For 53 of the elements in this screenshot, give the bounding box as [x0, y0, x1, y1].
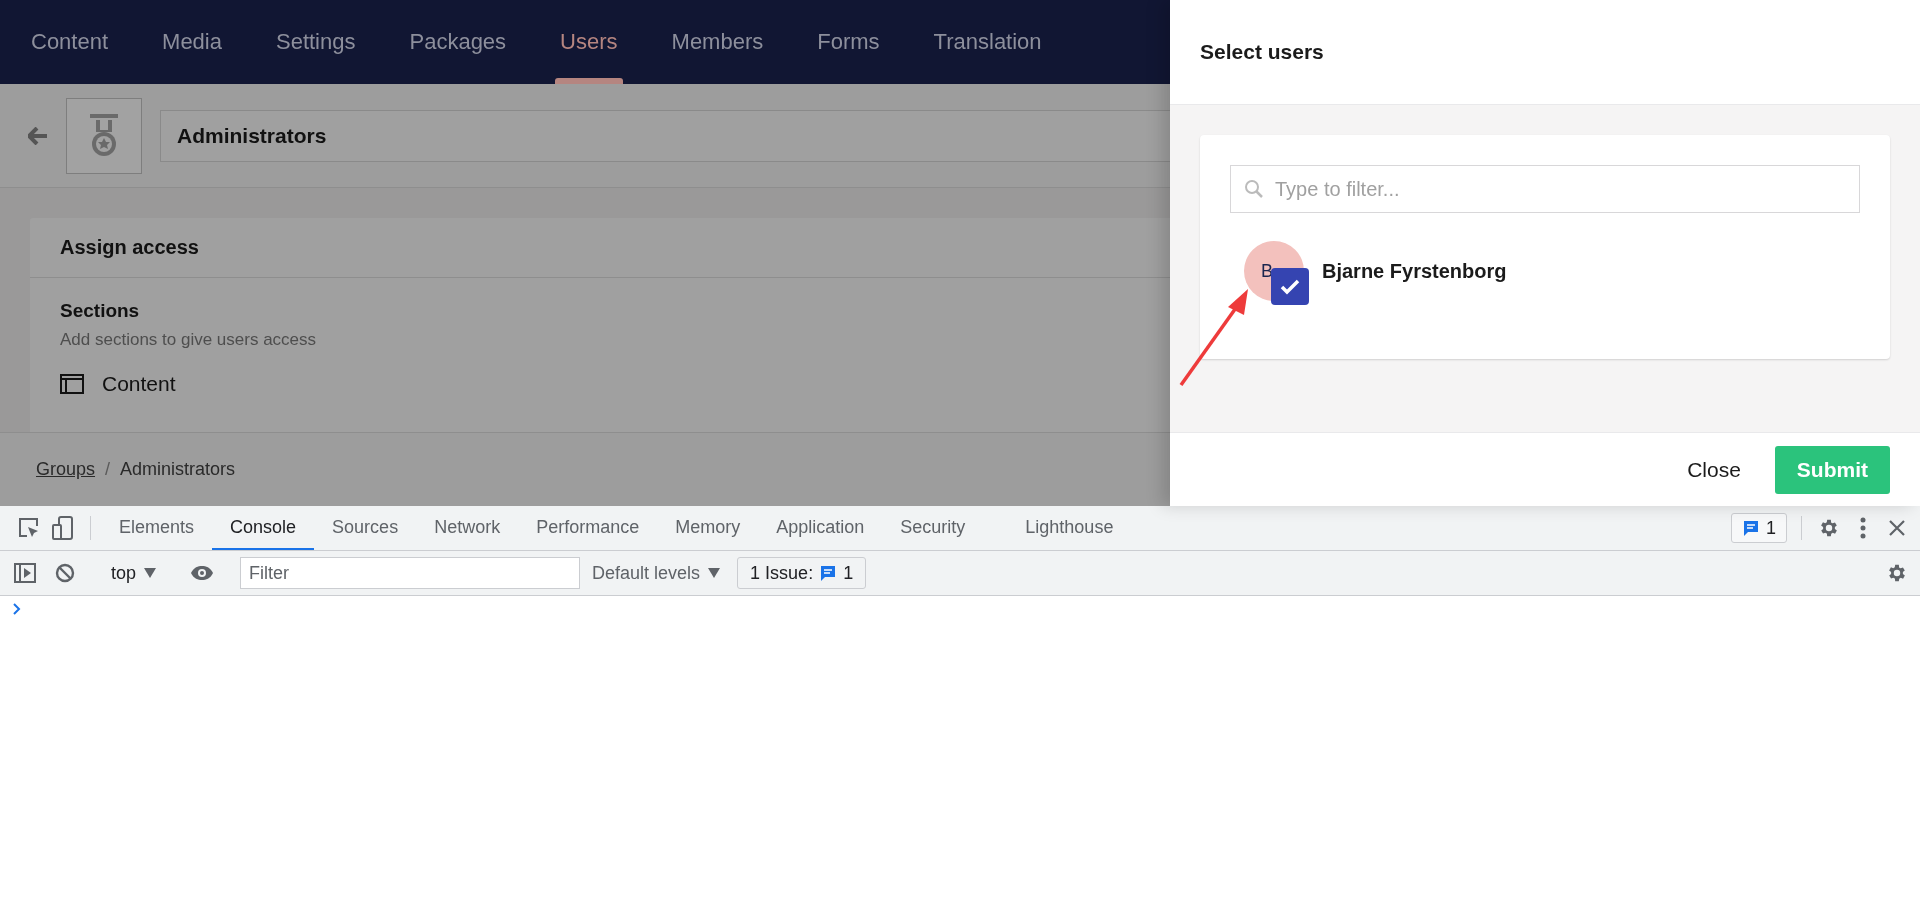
section-hint: Add sections to give users access [60, 330, 318, 350]
devtools-tab[interactable]: Network [416, 506, 519, 550]
section-label: Content [102, 372, 176, 396]
breadcrumb-current: Administrators [120, 459, 236, 480]
devtools-tab[interactable]: Application [758, 506, 883, 550]
breadcrumb-separator: / [105, 459, 111, 480]
devtools-tab[interactable]: Sources [314, 506, 417, 550]
caret-icon [708, 568, 721, 578]
issues-button[interactable]: 1 Issue: 1 [737, 557, 867, 589]
clear-icon[interactable] [55, 563, 75, 583]
close-icon[interactable] [1889, 520, 1905, 536]
settings-icon[interactable] [1886, 562, 1908, 584]
prompt-chevron-icon [12, 602, 22, 616]
back-arrow-icon[interactable] [28, 126, 48, 145]
filter-field[interactable]: Filter [240, 557, 581, 589]
close-button[interactable]: Close [1687, 449, 1741, 490]
nav-tab[interactable]: Packages [382, 0, 534, 84]
inspect-icon[interactable] [18, 517, 40, 539]
issues-badge: 1 [1731, 513, 1787, 543]
sidebar-toggle-icon[interactable] [14, 563, 36, 583]
nav-tab[interactable]: Settings [249, 0, 383, 84]
devtools-tab[interactable]: Performance [518, 506, 658, 550]
nav-tab[interactable]: Content [4, 0, 136, 84]
devtools-tab[interactable]: Lighthouse [1007, 506, 1132, 550]
message-icon [819, 564, 838, 582]
levels-dropdown[interactable]: Default levels [580, 562, 733, 584]
name-field[interactable]: Administrators [160, 109, 1170, 162]
checkbox[interactable] [1271, 268, 1309, 305]
context-dropdown[interactable]: top [103, 562, 165, 584]
nav-tab[interactable]: Forms [790, 0, 907, 84]
user-name[interactable]: Bjarne Fyrstenborg [1322, 259, 1507, 283]
nav-tab[interactable]: Members [644, 0, 791, 84]
eye-icon[interactable] [190, 565, 215, 581]
section-title: Sections [60, 300, 141, 322]
nav-tab[interactable]: Translation [906, 0, 1069, 84]
settings-icon[interactable] [1818, 517, 1840, 539]
nav-tab[interactable]: Users [533, 0, 645, 84]
nav-tab[interactable]: Media [135, 0, 249, 84]
devtools-tab[interactable]: Security [882, 506, 984, 550]
search-icon [1244, 179, 1264, 199]
message-icon [1742, 519, 1760, 537]
card-title: Assign access [30, 218, 1170, 278]
more-icon[interactable] [1860, 517, 1866, 539]
breadcrumb-link[interactable]: Groups [36, 459, 96, 480]
medal-icon [88, 113, 120, 158]
device-icon[interactable] [52, 516, 74, 540]
caret-icon [144, 568, 157, 578]
devtools-tab[interactable]: Elements [101, 506, 213, 550]
dialog-title: Select users [1200, 40, 1324, 64]
window-icon [60, 374, 84, 394]
checkmark-icon [1280, 278, 1300, 295]
devtools-tab[interactable]: Memory [657, 506, 759, 550]
filter-field[interactable]: Type to filter... [1230, 165, 1860, 213]
